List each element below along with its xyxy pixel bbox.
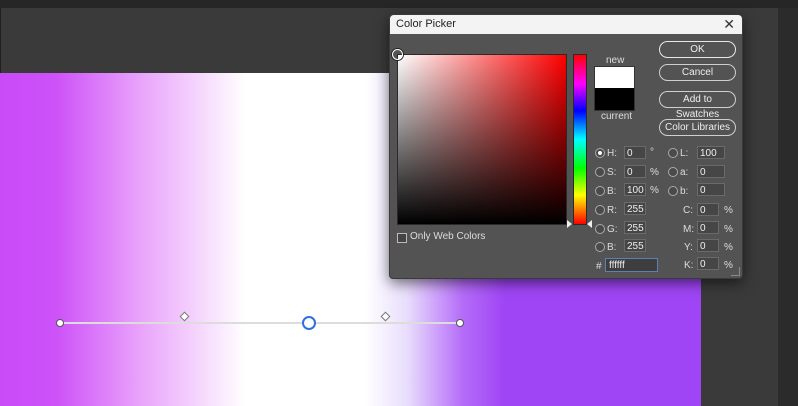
input-h[interactable]: 0	[624, 146, 646, 159]
hex-input[interactable]: ffffff	[605, 258, 658, 272]
input-m[interactable]: 0	[697, 221, 719, 234]
label-h: H:	[607, 148, 617, 159]
input-s[interactable]: 0	[624, 165, 646, 178]
radio-lab-b[interactable]	[668, 186, 678, 196]
gradient-center-stop[interactable]	[302, 316, 316, 330]
saturation-brightness-field[interactable]	[397, 54, 567, 225]
unit-percent-s: %	[650, 167, 659, 178]
gradient-line[interactable]	[60, 322, 460, 324]
input-a[interactable]: 0	[697, 165, 725, 178]
label-l: L:	[680, 148, 689, 159]
radio-l[interactable]	[668, 148, 678, 158]
label-r: R:	[607, 205, 617, 216]
gradient-end-stop[interactable]	[456, 319, 464, 327]
label-blue: B:	[607, 242, 617, 253]
label-a: a:	[680, 167, 689, 178]
hex-label: #	[596, 261, 602, 272]
unit-percent-c: %	[724, 205, 733, 216]
label-m: M:	[683, 224, 695, 235]
hue-slider-left-arrow-icon[interactable]	[567, 220, 572, 228]
label-s: S:	[607, 167, 617, 178]
label-y: Y:	[684, 242, 693, 253]
unit-percent-y: %	[724, 242, 733, 253]
input-c[interactable]: 0	[697, 203, 719, 216]
hue-slider-right-arrow-icon[interactable]	[587, 220, 592, 228]
color-field-marker[interactable]	[392, 49, 403, 60]
new-color-label: new	[606, 55, 625, 66]
cancel-button[interactable]: Cancel	[659, 64, 736, 81]
close-icon[interactable]: ✕	[723, 16, 735, 33]
resize-grip-icon[interactable]	[731, 267, 740, 276]
label-g: G:	[607, 224, 618, 235]
radio-blue[interactable]	[595, 242, 605, 252]
new-color-swatch	[594, 66, 635, 89]
radio-h[interactable]	[595, 148, 605, 158]
unit-degree: °	[650, 147, 654, 158]
label-lab-b: b:	[680, 186, 689, 197]
current-color-label: current	[601, 111, 633, 122]
input-k[interactable]: 0	[697, 257, 719, 270]
ok-button[interactable]: OK	[659, 41, 736, 58]
input-r[interactable]: 255	[624, 202, 646, 215]
hue-slider[interactable]	[573, 54, 587, 225]
dialog-title: Color Picker	[396, 18, 456, 30]
only-web-colors-checkbox[interactable]	[397, 233, 407, 243]
color-libraries-button[interactable]: Color Libraries	[659, 119, 736, 136]
dialog-titlebar: Color Picker ✕	[390, 15, 742, 34]
input-l[interactable]: 100	[697, 146, 725, 159]
input-y[interactable]: 0	[697, 239, 719, 252]
input-blue[interactable]: 255	[624, 239, 646, 252]
label-c: C:	[683, 205, 693, 216]
only-web-colors-label: Only Web Colors	[410, 231, 486, 242]
input-g[interactable]: 255	[624, 221, 646, 234]
label-b: B:	[607, 186, 617, 197]
input-lab-b[interactable]: 0	[697, 183, 725, 196]
panel-strip	[778, 8, 798, 406]
radio-r[interactable]	[595, 205, 605, 215]
radio-b[interactable]	[595, 186, 605, 196]
radio-a[interactable]	[668, 167, 678, 177]
gradient-start-stop[interactable]	[56, 319, 64, 327]
unit-percent-m: %	[724, 224, 733, 235]
unit-percent-b: %	[650, 185, 659, 196]
label-k: K:	[684, 260, 694, 271]
input-b[interactable]: 100	[624, 183, 646, 196]
add-to-swatches-button[interactable]: Add to Swatches	[659, 91, 736, 120]
radio-s[interactable]	[595, 167, 605, 177]
color-picker-dialog: Color Picker ✕ new current OK Cancel Add…	[389, 14, 743, 279]
current-color-swatch[interactable]	[594, 88, 635, 111]
radio-g[interactable]	[595, 224, 605, 234]
